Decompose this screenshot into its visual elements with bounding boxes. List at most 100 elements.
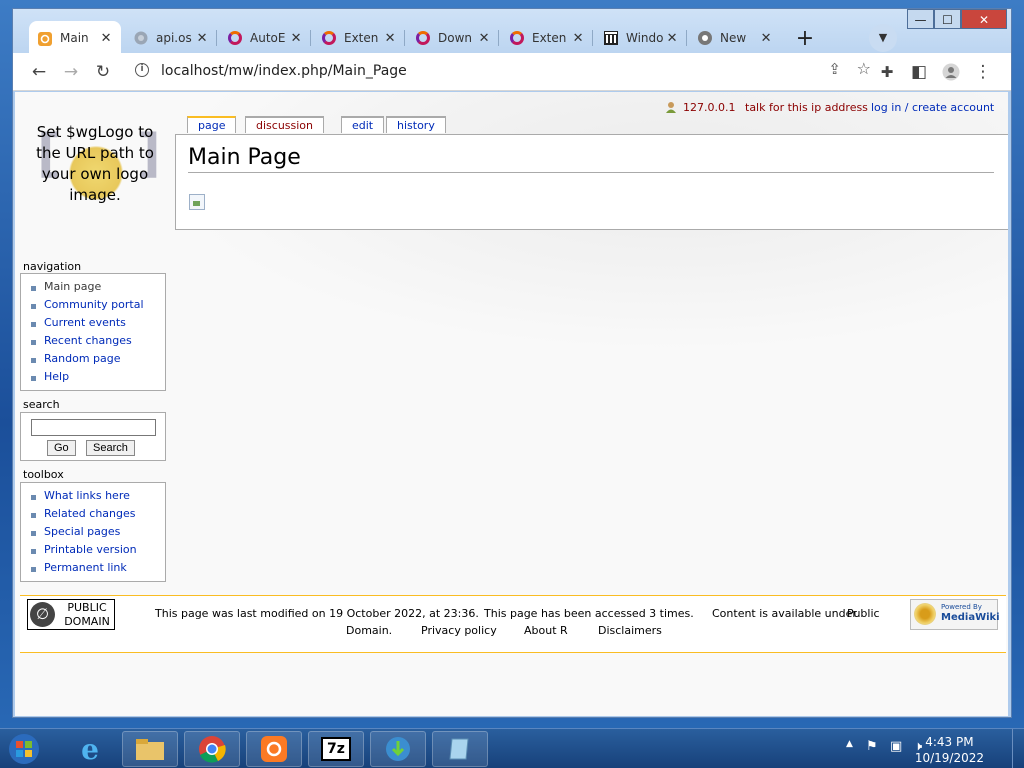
page-title: Main Page bbox=[188, 145, 994, 173]
share-icon[interactable]: ⇪ bbox=[828, 60, 841, 78]
windows-logo-icon bbox=[9, 734, 39, 764]
profile-button[interactable] bbox=[937, 59, 965, 85]
back-button[interactable]: ← bbox=[25, 59, 53, 85]
minimize-button[interactable]: — bbox=[907, 9, 934, 29]
broken-image-icon bbox=[189, 194, 205, 210]
bookmark-star-icon[interactable]: ☆ bbox=[857, 59, 871, 78]
side-panel-button[interactable]: ◧ bbox=[905, 59, 933, 85]
taskbar-ie[interactable]: e bbox=[62, 731, 118, 767]
show-desktop-button[interactable] bbox=[1012, 729, 1024, 768]
powered-by-mediawiki-badge[interactable]: Powered By MediaWiki bbox=[910, 599, 1000, 630]
tab-close-icon[interactable]: ✕ bbox=[477, 31, 491, 46]
nav-community-portal[interactable]: Community portal bbox=[29, 296, 165, 314]
reload-button[interactable]: ↻ bbox=[89, 59, 117, 85]
avatar-icon bbox=[942, 63, 960, 86]
globe-icon bbox=[133, 30, 149, 46]
tab-label: New bbox=[720, 31, 747, 45]
tab-extensions-2[interactable]: Exten ✕ bbox=[501, 22, 593, 54]
tab-page[interactable]: page bbox=[187, 116, 237, 133]
tab-close-icon[interactable]: ✕ bbox=[759, 31, 773, 46]
tab-close-icon[interactable]: ✕ bbox=[571, 31, 585, 46]
public-domain-label: PUBLIC DOMAIN bbox=[60, 601, 114, 629]
privacy-policy-link[interactable]: Privacy policy bbox=[421, 624, 497, 637]
login-link[interactable]: log in / create account bbox=[871, 101, 994, 114]
go-button[interactable]: Go bbox=[47, 440, 76, 456]
taskbar-notes[interactable] bbox=[432, 731, 488, 767]
tab-label: Exten bbox=[532, 31, 567, 45]
public-domain-badge[interactable]: ∅ PUBLIC DOMAIN bbox=[27, 599, 115, 630]
tab-label: Main bbox=[60, 31, 89, 45]
disclaimers-link[interactable]: Disclaimers bbox=[598, 624, 662, 637]
talk-link[interactable]: talk for this ip address bbox=[745, 101, 868, 114]
search-button[interactable]: Search bbox=[86, 440, 135, 456]
license-link-public[interactable]: Public bbox=[847, 607, 880, 620]
tray-expand-icon[interactable]: ▲ bbox=[846, 739, 853, 749]
tool-special-pages[interactable]: Special pages bbox=[29, 523, 165, 541]
puzzle-icon: ✚ bbox=[880, 63, 894, 81]
tab-edit[interactable]: edit bbox=[341, 116, 385, 133]
powered-by-text: Powered By bbox=[941, 603, 982, 611]
tab-autoe[interactable]: AutoE ✕ bbox=[219, 22, 311, 54]
new-tab-button[interactable]: + bbox=[791, 26, 819, 54]
clock-date: 10/19/2022 bbox=[914, 751, 984, 765]
extensions-button[interactable]: ✚ bbox=[873, 59, 901, 85]
start-button[interactable] bbox=[4, 731, 44, 767]
taskbar-chrome[interactable] bbox=[184, 731, 240, 767]
forward-button[interactable]: → bbox=[57, 59, 85, 85]
site-logo[interactable]: [ ] Set $wgLogo to the URL path to your … bbox=[25, 122, 165, 222]
url-text[interactable]: localhost/mw/index.php/Main_Page bbox=[161, 63, 407, 79]
tab-close-icon[interactable]: ✕ bbox=[195, 31, 209, 46]
taskbar-explorer[interactable] bbox=[122, 731, 178, 767]
last-modified-text: This page was last modified on 19 Octobe… bbox=[155, 607, 479, 620]
tab-extensions-1[interactable]: Exten ✕ bbox=[313, 22, 405, 54]
system-clock[interactable]: 4:43 PM 10/19/2022 bbox=[915, 734, 984, 766]
search-portlet: Go Search bbox=[20, 412, 166, 461]
content-area: Main Page bbox=[175, 134, 1008, 230]
tab-close-icon[interactable]: ✕ bbox=[665, 31, 679, 46]
taskbar-7zip[interactable]: 7z bbox=[308, 731, 364, 767]
site-info-icon[interactable]: i bbox=[135, 63, 149, 77]
tool-related-changes[interactable]: Related changes bbox=[29, 505, 165, 523]
access-count-text: This page has been accessed 3 times. bbox=[484, 607, 694, 620]
ring-icon bbox=[415, 30, 431, 46]
address-bar[interactable]: i localhost/mw/index.php/Main_Page ⇪ ☆ bbox=[123, 57, 873, 87]
download-manager-icon bbox=[386, 737, 410, 761]
ip-link[interactable]: 127.0.0.1 bbox=[683, 101, 735, 114]
maximize-button[interactable]: ☐ bbox=[934, 9, 961, 29]
search-input[interactable] bbox=[31, 419, 156, 436]
about-link[interactable]: About R bbox=[524, 624, 568, 637]
side-panel-icon: ◧ bbox=[910, 62, 928, 82]
tab-label: Down bbox=[438, 31, 473, 45]
nav-main-page[interactable]: Main page bbox=[29, 278, 165, 296]
tool-what-links-here[interactable]: What links here bbox=[29, 487, 165, 505]
clock-time: 4:43 PM bbox=[925, 735, 974, 749]
taskbar-xampp[interactable] bbox=[246, 731, 302, 767]
notepad-icon bbox=[449, 738, 469, 760]
search-heading: search bbox=[23, 398, 60, 411]
tool-permanent-link[interactable]: Permanent link bbox=[29, 559, 165, 577]
tab-label: Exten bbox=[344, 31, 379, 45]
network-icon[interactable]: ▣ bbox=[890, 739, 902, 754]
license-link-domain[interactable]: Domain. bbox=[346, 624, 392, 637]
nav-recent-changes[interactable]: Recent changes bbox=[29, 332, 165, 350]
taskbar-download-manager[interactable] bbox=[370, 731, 426, 767]
tab-api[interactable]: api.os ✕ bbox=[125, 22, 217, 54]
tab-download[interactable]: Down ✕ bbox=[407, 22, 499, 54]
tab-history[interactable]: history bbox=[386, 116, 446, 133]
action-center-flag-icon[interactable]: ⚑ bbox=[866, 739, 878, 754]
tab-new-tab[interactable]: New ✕ bbox=[689, 22, 781, 54]
nav-random-page[interactable]: Random page bbox=[29, 350, 165, 368]
menu-button[interactable]: ⋮ bbox=[969, 59, 997, 85]
tab-label: AutoE bbox=[250, 31, 286, 45]
nav-help[interactable]: Help bbox=[29, 368, 165, 386]
tab-windows[interactable]: Windo ✕ bbox=[595, 22, 687, 54]
tab-discussion[interactable]: discussion bbox=[245, 116, 325, 133]
nav-current-events[interactable]: Current events bbox=[29, 314, 165, 332]
close-window-button[interactable]: ✕ bbox=[961, 9, 1007, 29]
tool-printable-version[interactable]: Printable version bbox=[29, 541, 165, 559]
ring-icon bbox=[509, 30, 525, 46]
tab-search-button[interactable]: ▼ bbox=[869, 24, 897, 52]
tab-close-icon[interactable]: ✕ bbox=[99, 31, 113, 46]
tab-close-icon[interactable]: ✕ bbox=[289, 31, 303, 46]
tab-close-icon[interactable]: ✕ bbox=[383, 31, 397, 46]
